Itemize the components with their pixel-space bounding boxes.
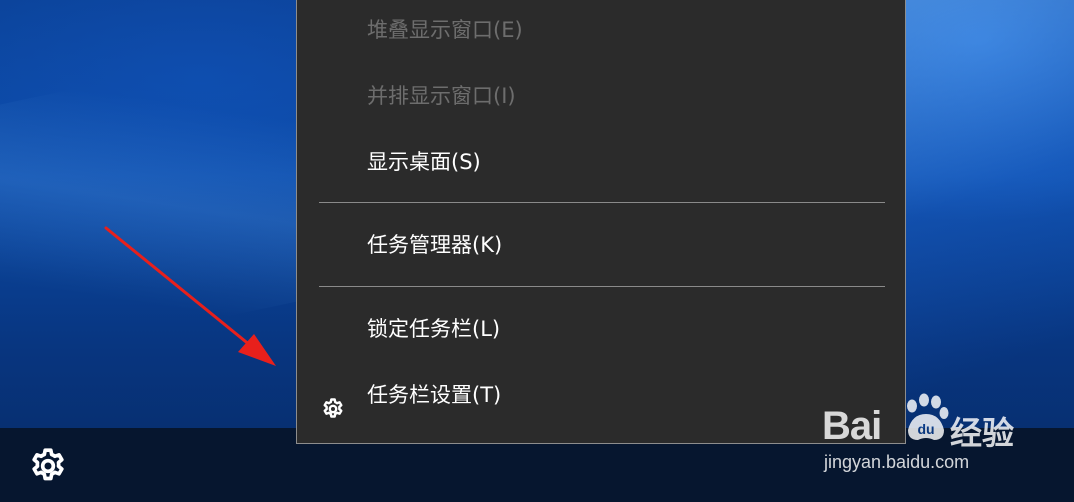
paw-icon: du xyxy=(907,393,949,440)
gear-icon[interactable] xyxy=(28,446,68,486)
menu-item-label: 并排显示窗口(I) xyxy=(367,84,516,108)
watermark-jingyan: 经验 xyxy=(950,414,1015,452)
menu-item-label: 堆叠显示窗口(E) xyxy=(367,18,523,42)
menu-item-label: 任务栏设置(T) xyxy=(367,383,502,407)
menu-item-label: 显示桌面(S) xyxy=(367,150,481,174)
gear-icon xyxy=(321,384,345,418)
watermark-url: jingyan.baidu.com xyxy=(824,452,970,472)
baidu-jingyan-watermark: Bai du 经验 jingyan.baidu.com xyxy=(822,384,1022,484)
menu-item-cascade-windows[interactable]: 堆叠显示窗口(E) xyxy=(297,0,905,60)
menu-item-taskbar-settings[interactable]: 任务栏设置(T) xyxy=(297,365,905,425)
menu-separator xyxy=(319,286,885,287)
menu-item-task-manager[interactable]: 任务管理器(K) xyxy=(297,215,905,275)
menu-item-label: 锁定任务栏(L) xyxy=(367,317,501,341)
taskbar-context-menu: 堆叠显示窗口(E) 并排显示窗口(I) 显示桌面(S) 任务管理器(K) 锁定任… xyxy=(296,0,906,444)
watermark-brand: Bai xyxy=(822,404,882,448)
wallpaper-light-beam xyxy=(880,0,1074,430)
menu-separator xyxy=(319,202,885,203)
menu-item-lock-taskbar[interactable]: 锁定任务栏(L) xyxy=(297,299,905,359)
paw-label: du xyxy=(917,421,934,437)
menu-item-label: 任务管理器(K) xyxy=(367,233,503,257)
menu-item-show-desktop[interactable]: 显示桌面(S) xyxy=(297,132,905,192)
menu-item-side-by-side-windows[interactable]: 并排显示窗口(I) xyxy=(297,66,905,126)
